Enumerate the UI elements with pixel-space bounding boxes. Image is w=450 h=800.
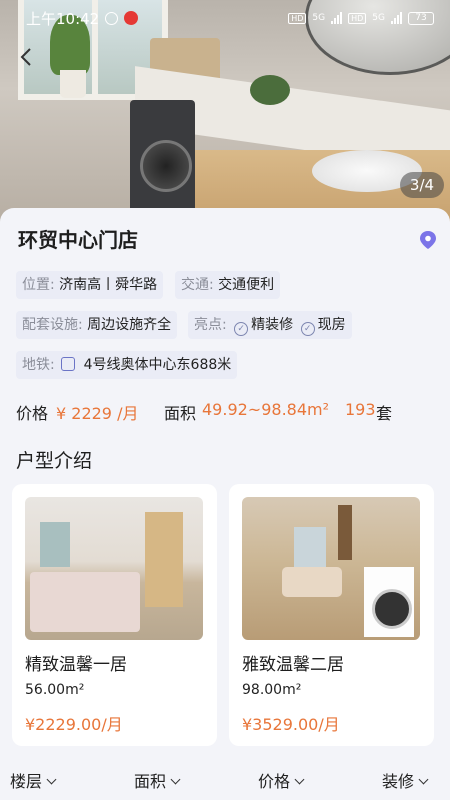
layout-price: ¥3529.00/月: [242, 715, 340, 734]
layout-name: 雅致温馨二居: [242, 655, 344, 675]
metro-chip: 地铁: 4号线奥体中心东688米: [16, 351, 238, 379]
filter-floor[interactable]: 楼层: [10, 768, 57, 792]
layout-photo: [25, 497, 203, 640]
chevron-down-icon: [46, 774, 57, 785]
location-pin-icon[interactable]: [418, 230, 438, 250]
metro-value: 4号线奥体中心东688米: [83, 357, 232, 373]
facilities-value: 周边设施齐全: [87, 317, 172, 333]
check-circle-icon: ✓: [234, 322, 249, 336]
hd-badge-2: HD: [348, 12, 367, 24]
layout-price: ¥2229.00/月: [25, 715, 123, 734]
layout-area: 98.00m²: [242, 682, 302, 698]
network-5g-label: 5G: [312, 13, 326, 23]
photo-washer: [130, 100, 195, 222]
filter-area[interactable]: 面积: [134, 768, 181, 792]
signal-icon-2: [391, 12, 402, 24]
gallery-pager: 3/4: [400, 172, 444, 198]
filter-price[interactable]: 价格: [258, 768, 305, 792]
area-value: 49.92~98.84m²: [202, 400, 330, 419]
facilities-chip: 配套设施: 周边设施齐全: [16, 311, 178, 339]
status-time: 上午10:42: [26, 9, 100, 28]
layout-card[interactable]: 精致温馨一居 56.00m² ¥2229.00/月: [12, 484, 217, 746]
filter-label: 楼层: [10, 772, 43, 791]
metro-icon: [61, 357, 76, 371]
layout-card[interactable]: 雅致温馨二居 98.00m² ¥3529.00/月: [229, 484, 434, 746]
recording-icon: [124, 11, 139, 25]
check-circle-icon: ✓: [300, 322, 315, 336]
hd-badge: HD: [288, 12, 307, 24]
store-title: 环贸中心门店: [18, 228, 138, 252]
signal-icon: [331, 12, 343, 24]
network-5g-label-2: 5G: [372, 13, 385, 23]
location-chip: 位置: 济南高丨舜华路: [16, 271, 164, 299]
location-value: 济南高丨舜华路: [59, 277, 158, 293]
layout-area: 56.00m²: [25, 682, 85, 698]
status-bar: 上午10:42 HD 5G HD 5G 73: [0, 0, 450, 36]
traffic-value: 交通便利: [218, 277, 275, 293]
price-value: ¥ 2229 /月: [56, 404, 139, 423]
facilities-label: 配套设施:: [22, 317, 83, 333]
location-label: 位置:: [22, 277, 55, 293]
price-summary: 价格 ¥ 2229 /月 面积 49.92~98.84m² 193 套: [16, 400, 436, 424]
highlights-label: 亮点:: [194, 317, 227, 333]
chevron-down-icon: [418, 774, 429, 785]
layouts-section-title: 户型介绍: [16, 450, 93, 472]
traffic-chip: 交通: 交通便利: [175, 271, 281, 299]
filter-label: 价格: [258, 772, 291, 791]
chevron-down-icon: [170, 774, 181, 785]
highlight-item: 精装修: [251, 317, 294, 333]
unit-count: 193: [345, 400, 376, 419]
price-label: 价格: [16, 404, 49, 423]
filter-decoration[interactable]: 装修: [382, 768, 429, 792]
layout-photo: [242, 497, 420, 640]
filter-label: 面积: [134, 772, 167, 791]
photo-bonsai: [250, 75, 290, 105]
photo-pot: [60, 70, 86, 98]
back-icon[interactable]: [16, 46, 38, 68]
metro-label: 地铁:: [22, 357, 55, 373]
highlights-chip: 亮点: ✓ 精装修 ✓ 现房: [188, 311, 352, 339]
alarm-icon: [105, 11, 119, 25]
highlight-item: 现房: [317, 317, 346, 333]
filter-bar: 楼层 面积 价格 装修: [0, 764, 450, 798]
traffic-label: 交通:: [181, 277, 214, 293]
area-label: 面积: [164, 404, 197, 423]
unit-count-label: 套: [376, 404, 393, 423]
layout-name: 精致温馨一居: [25, 655, 127, 675]
chevron-down-icon: [294, 774, 305, 785]
battery-icon: 73: [408, 11, 434, 25]
filter-label: 装修: [382, 772, 415, 791]
